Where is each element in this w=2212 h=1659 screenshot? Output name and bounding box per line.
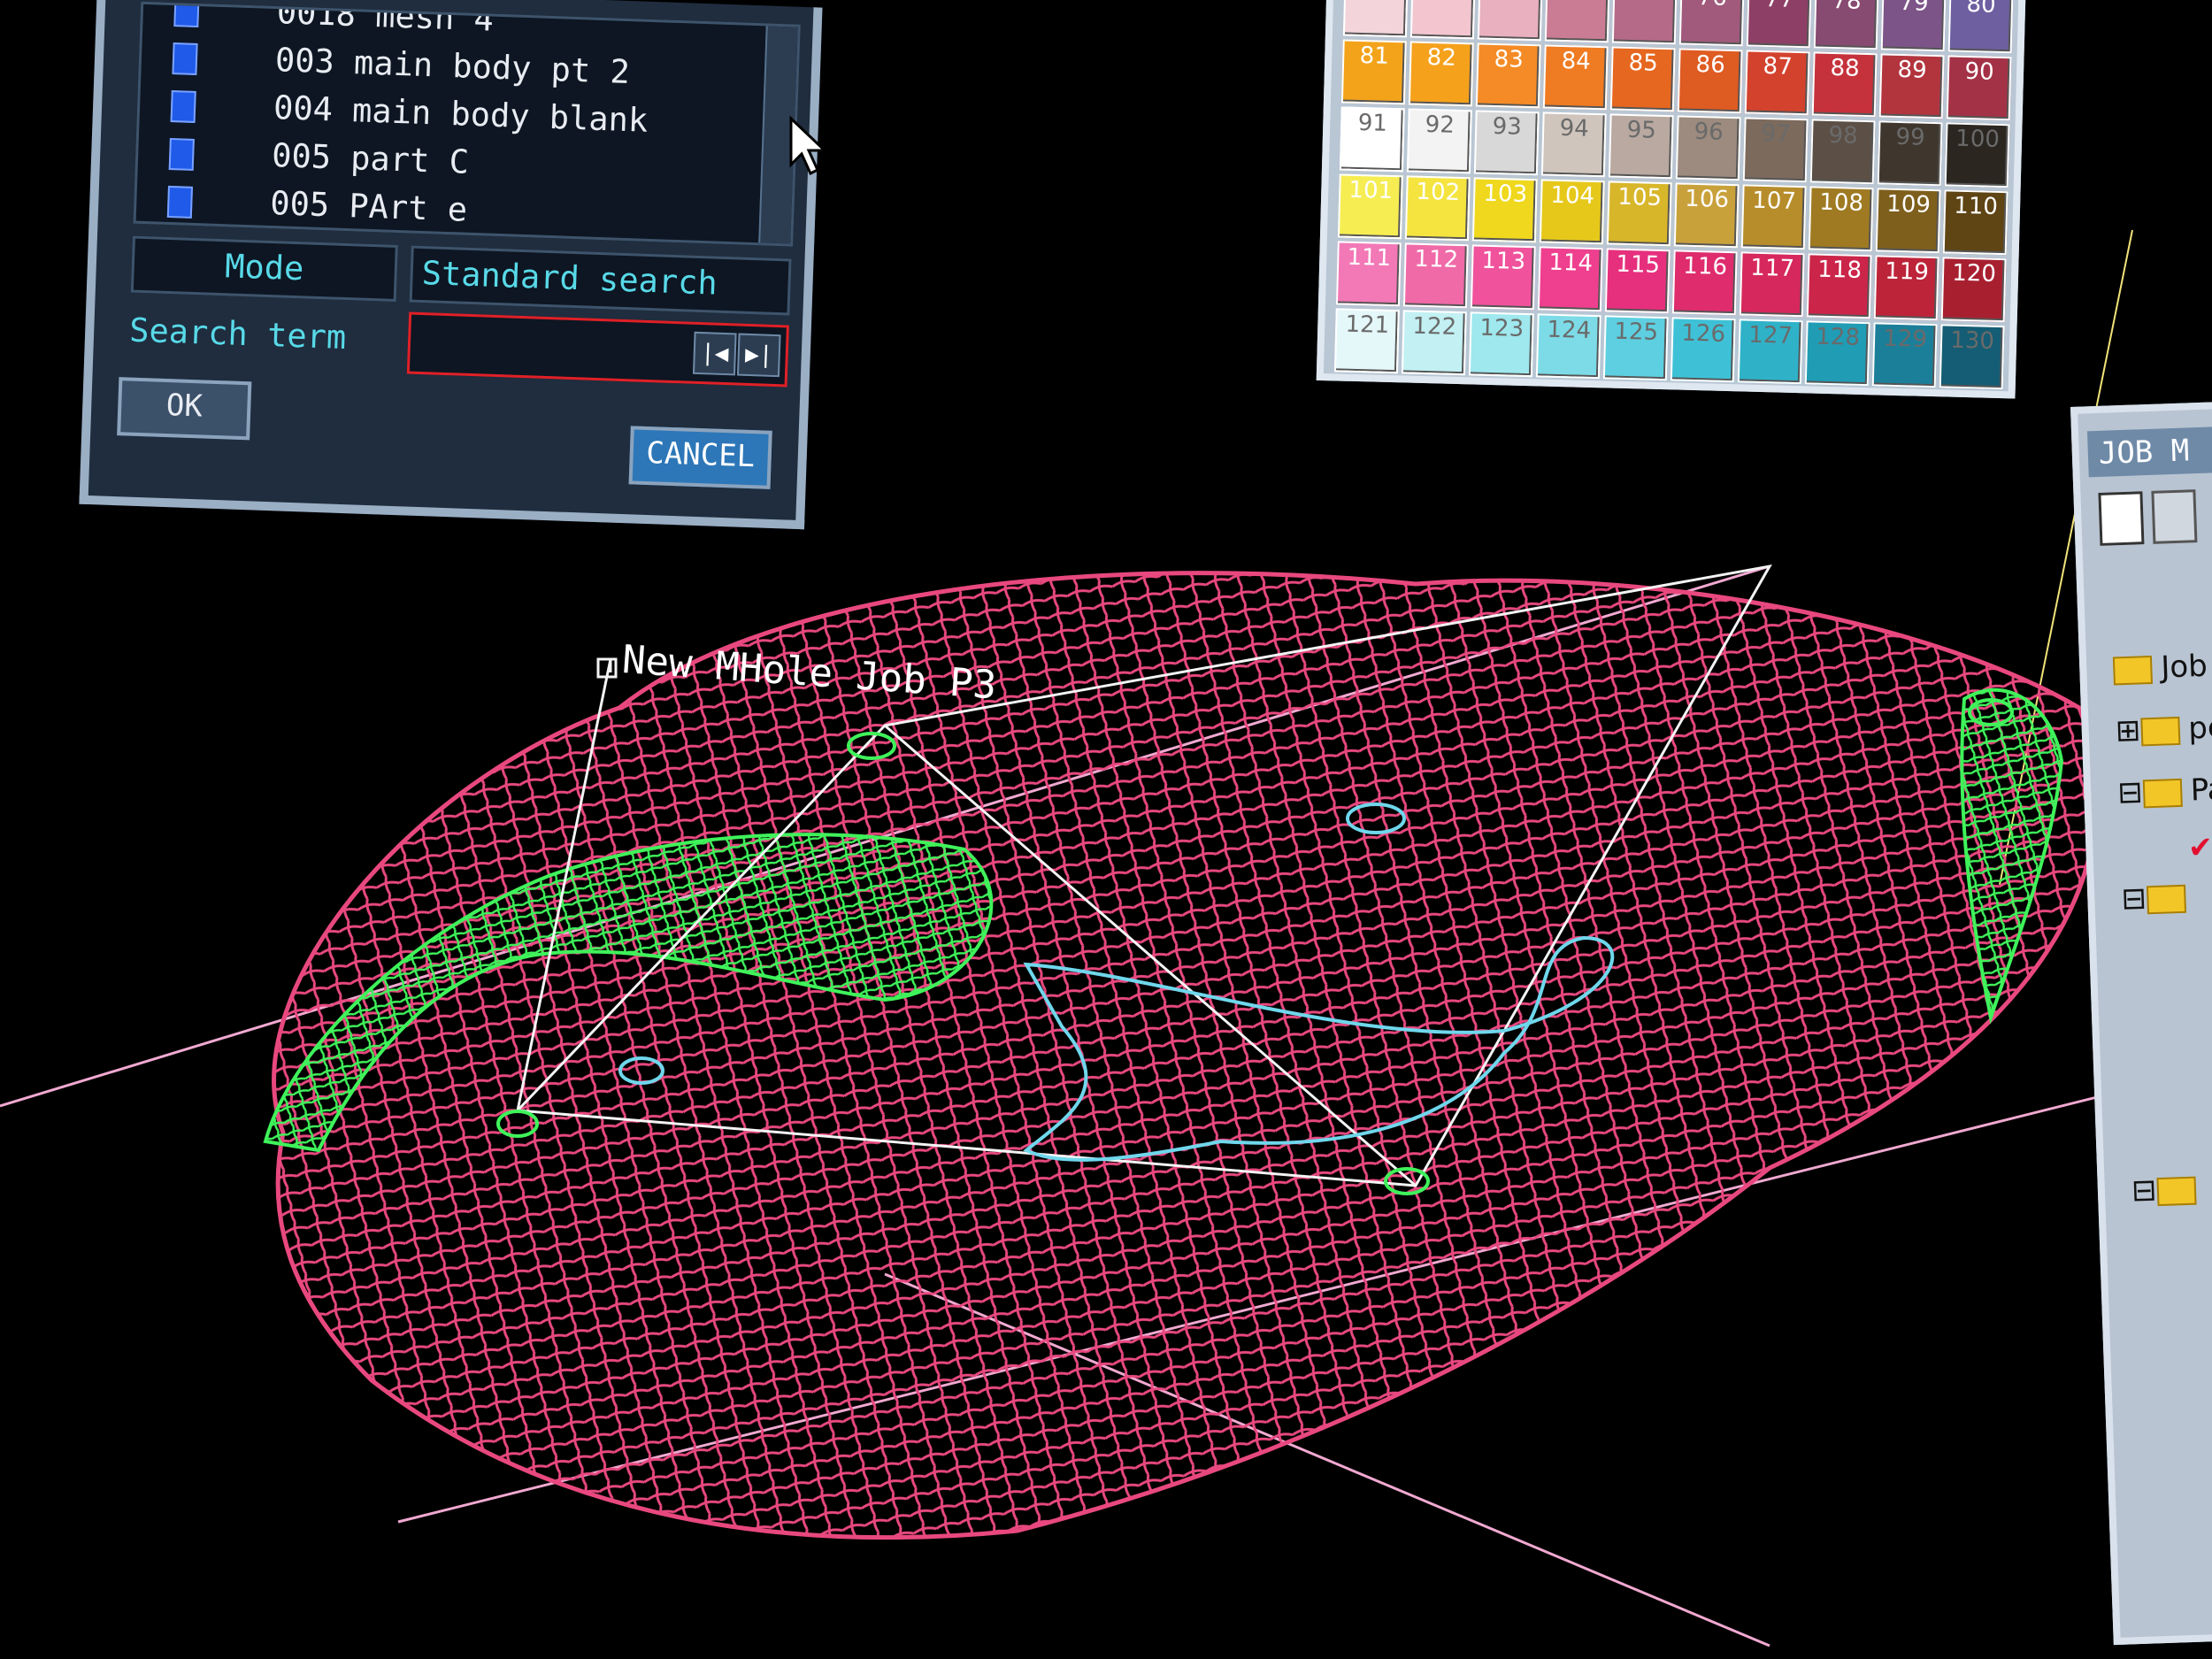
color-swatch[interactable]: 124 xyxy=(1535,313,1601,380)
folder-icon xyxy=(2142,778,2183,808)
color-swatch[interactable]: 127 xyxy=(1737,319,1803,385)
color-swatch[interactable]: 76 xyxy=(1678,0,1745,47)
color-swatch[interactable]: 119 xyxy=(1873,255,1939,321)
color-swatch[interactable]: 110 xyxy=(1942,189,2008,256)
color-swatch[interactable]: 100 xyxy=(1944,122,2010,188)
color-swatch[interactable]: 96 xyxy=(1675,115,1741,181)
color-swatch[interactable]: 109 xyxy=(1875,188,1941,254)
prev-result-button[interactable]: |◀ xyxy=(692,331,737,376)
tree-item-pe[interactable]: ⊞ pe xyxy=(2115,710,2212,749)
color-swatch[interactable]: 99 xyxy=(1877,120,1943,187)
tree-item-pa[interactable]: ⊟ Pa xyxy=(2117,772,2212,810)
search-term-label: Search term xyxy=(128,311,347,357)
mode-label: Mode xyxy=(130,235,398,303)
expand-icon[interactable]: ⊞ xyxy=(2115,712,2141,749)
file-list[interactable]: 0018 mesh 4 003 main body pt 2 004 main … xyxy=(133,1,801,247)
check-icon: ✔ xyxy=(2189,825,2212,865)
mode-select[interactable]: Standard search xyxy=(409,245,792,316)
color-swatch[interactable]: 123 xyxy=(1468,311,1534,378)
color-swatch[interactable]: 80 xyxy=(1947,0,2014,54)
color-swatch[interactable]: 126 xyxy=(1670,317,1736,383)
color-swatch[interactable]: 85 xyxy=(1609,46,1676,112)
color-swatch[interactable]: 107 xyxy=(1740,184,1807,250)
color-swatch[interactable]: 89 xyxy=(1878,53,1945,119)
color-swatch[interactable]: 111 xyxy=(1335,241,1402,307)
collapse-icon[interactable]: ⊟ xyxy=(2121,880,2147,917)
color-swatch[interactable]: 117 xyxy=(1739,251,1805,318)
color-swatch[interactable]: 92 xyxy=(1406,108,1472,174)
document-icon xyxy=(173,1,200,27)
color-swatch[interactable]: 84 xyxy=(1542,44,1609,111)
color-swatch[interactable] xyxy=(1544,0,1610,43)
list-item[interactable]: 005 part C xyxy=(168,134,470,189)
color-swatch[interactable]: 94 xyxy=(1540,111,1607,178)
color-swatch[interactable]: 115 xyxy=(1604,248,1671,314)
document-icon xyxy=(172,42,198,75)
color-swatch[interactable]: 106 xyxy=(1673,182,1740,249)
ok-button[interactable]: OK xyxy=(117,377,252,441)
tree-item-folder[interactable]: ⊟ xyxy=(2131,1171,2205,1209)
new-file-icon[interactable] xyxy=(2098,491,2145,546)
color-swatch[interactable]: 116 xyxy=(1671,250,1738,316)
color-swatch[interactable]: 108 xyxy=(1808,186,1874,252)
collapse-icon[interactable]: ⊟ xyxy=(2131,1172,2157,1209)
search-dialog: 0018 mesh 4 003 main body pt 2 004 main … xyxy=(79,0,823,530)
color-swatch[interactable]: 113 xyxy=(1470,244,1536,311)
document-icon xyxy=(168,137,195,171)
color-swatch[interactable]: 98 xyxy=(1809,119,1876,185)
color-swatch[interactable]: 88 xyxy=(1811,51,1878,118)
pink-mesh[interactable] xyxy=(272,571,2099,1540)
color-swatch[interactable]: 91 xyxy=(1339,106,1405,173)
color-swatch[interactable]: 78 xyxy=(1813,0,1879,50)
tree-item-folder[interactable]: ⊟ xyxy=(2121,879,2195,917)
color-swatch[interactable]: 97 xyxy=(1742,117,1809,183)
color-swatch[interactable]: 102 xyxy=(1404,175,1471,242)
color-swatch[interactable]: 105 xyxy=(1606,180,1672,247)
color-swatch[interactable]: 104 xyxy=(1539,179,1605,245)
save-icon[interactable] xyxy=(2151,489,2198,544)
color-swatch[interactable]: 101 xyxy=(1337,173,1403,240)
mouse-cursor-icon xyxy=(789,115,828,176)
color-swatch[interactable]: 121 xyxy=(1333,308,1400,374)
color-swatch[interactable]: 87 xyxy=(1744,50,1810,116)
next-result-button[interactable]: ▶| xyxy=(736,333,781,378)
color-swatch[interactable] xyxy=(1611,0,1678,45)
list-item[interactable]: 005 PArt e xyxy=(166,182,468,237)
color-swatch[interactable]: 122 xyxy=(1401,310,1467,376)
color-swatch[interactable]: 112 xyxy=(1402,242,1469,309)
color-swatch[interactable]: 93 xyxy=(1473,110,1540,176)
palette-grid: 7677787980 81828384858687888990 9192939495… xyxy=(1333,0,2014,390)
color-swatch[interactable]: 86 xyxy=(1677,48,1743,114)
color-swatch[interactable] xyxy=(1342,0,1409,38)
color-swatch[interactable]: 82 xyxy=(1408,41,1474,107)
search-input[interactable]: |◀ ▶| xyxy=(406,311,789,388)
color-swatch[interactable]: 81 xyxy=(1340,39,1407,105)
cancel-button[interactable]: CANCEL xyxy=(628,426,772,489)
folder-icon xyxy=(2155,1176,2197,1206)
collapse-icon[interactable]: ⊟ xyxy=(2117,774,2144,810)
color-swatch[interactable]: 114 xyxy=(1537,246,1603,312)
document-icon xyxy=(170,89,196,123)
document-icon xyxy=(166,185,194,219)
tree-item-job[interactable]: Job xyxy=(2112,649,2208,687)
color-swatch[interactable]: 79 xyxy=(1880,0,1947,52)
color-swatch[interactable]: 128 xyxy=(1804,320,1870,387)
color-swatch[interactable]: 120 xyxy=(1940,257,2007,323)
color-swatch[interactable]: 125 xyxy=(1602,315,1669,381)
color-swatch[interactable]: 118 xyxy=(1806,253,1872,319)
job-panel-title: JOB M xyxy=(2086,424,2212,478)
color-swatch[interactable]: 83 xyxy=(1475,42,1541,109)
color-swatch[interactable]: 129 xyxy=(1871,322,1938,388)
color-swatch[interactable] xyxy=(1477,0,1543,42)
color-swatch[interactable] xyxy=(1409,0,1476,40)
folder-icon xyxy=(2146,884,2186,914)
color-swatch[interactable]: 130 xyxy=(1939,324,2005,390)
color-swatch[interactable]: 95 xyxy=(1608,113,1674,180)
color-swatch[interactable]: 90 xyxy=(1946,55,2012,121)
folder-icon xyxy=(2139,716,2180,746)
color-palette: 7677787980 81828384858687888990 9192939495… xyxy=(1316,0,2026,399)
color-swatch[interactable]: 103 xyxy=(1471,177,1538,243)
folder-icon xyxy=(2112,655,2153,685)
color-swatch[interactable]: 77 xyxy=(1746,0,1812,49)
